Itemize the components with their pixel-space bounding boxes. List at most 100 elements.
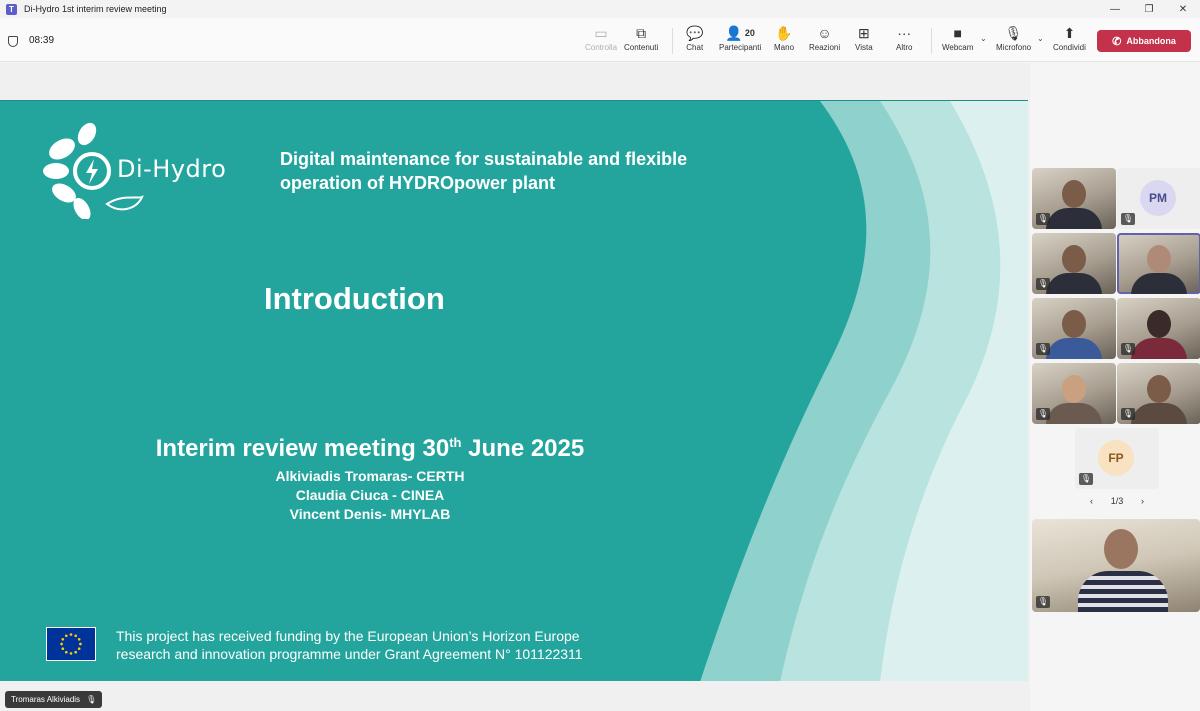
- close-button[interactable]: ✕: [1166, 0, 1200, 18]
- chevron-left-icon[interactable]: ‹: [1090, 496, 1093, 506]
- participant-video: [1131, 273, 1187, 294]
- funding-statement: This project has received funding by the…: [116, 627, 656, 663]
- restore-button[interactable]: ❐: [1132, 0, 1166, 18]
- people-icon: 👤: [725, 25, 743, 41]
- participant-tile[interactable]: 🎙: [1032, 168, 1116, 229]
- more-button[interactable]: ··· Altro: [896, 24, 912, 60]
- participant-tile[interactable]: 🎙: [1032, 298, 1116, 359]
- more-icon: ···: [897, 25, 912, 41]
- leave-label: Abbandona: [1126, 36, 1176, 46]
- meeting-title-sup: th: [449, 435, 462, 450]
- tagline-line: Digital maintenance for sustainable and …: [280, 149, 688, 169]
- eu-flag-icon: [46, 627, 96, 661]
- author-line: Alkiviadis Tromaras- CERTH: [275, 468, 465, 484]
- meeting-title-suffix: June 2025: [461, 435, 585, 462]
- participant-tile[interactable]: FP 🎙: [1075, 428, 1159, 489]
- participant-tile[interactable]: PM 🎙: [1117, 168, 1200, 229]
- microphone-button[interactable]: 🎙 Microfono: [996, 24, 1031, 60]
- content-label: Contenuti: [624, 43, 659, 52]
- meeting-title-prefix: Interim review meeting 30: [155, 435, 450, 462]
- window-titlebar: T Di-Hydro 1st interim review meeting — …: [0, 0, 1200, 18]
- reactions-button[interactable]: ☺ Reazioni: [809, 24, 840, 60]
- participant-tile[interactable]: 🎙: [1032, 363, 1116, 424]
- chevron-right-icon[interactable]: ›: [1141, 496, 1144, 506]
- avatar: FP: [1098, 440, 1134, 476]
- participant-video: [1147, 310, 1171, 338]
- toolbar-divider: [931, 28, 932, 54]
- mic-off-icon: 🎙: [1036, 408, 1050, 420]
- raise-hand-label: Mano: [774, 43, 795, 52]
- teams-app-icon: T: [6, 3, 17, 15]
- self-view-tile[interactable]: 🎙: [1032, 519, 1200, 612]
- meeting-timer: 08:39: [29, 35, 55, 46]
- participants-button[interactable]: 👤 20 Partecipanti: [719, 24, 761, 60]
- mic-off-icon: 🎙: [1121, 408, 1135, 420]
- author-line: Vincent Denis- MHYLAB: [289, 506, 451, 522]
- participant-video: [1062, 375, 1086, 403]
- participant-tile-speaking[interactable]: [1117, 233, 1200, 294]
- logo-text: Di-Hydro: [117, 155, 227, 183]
- gallery-page-indicator: 1/3: [1110, 496, 1124, 506]
- toolbar-divider: [672, 28, 673, 54]
- slide-heading: Introduction: [264, 281, 445, 316]
- raise-hand-icon: ✋: [775, 25, 793, 41]
- participant-video: [1046, 273, 1102, 294]
- presentation-slide: Di-Hydro Digital maintenance for sustain…: [0, 100, 1028, 681]
- participant-video: [1046, 208, 1102, 229]
- meeting-toolbar: 08:39 ▭ Controlla ⧉ Contenuti 💬 Chat 👤 2…: [0, 18, 1200, 62]
- participant-video: [1062, 310, 1086, 338]
- view-button[interactable]: ⊞ Vista: [855, 24, 873, 60]
- microphone-label: Microfono: [996, 43, 1032, 52]
- raise-hand-button[interactable]: ✋ Mano: [774, 24, 794, 60]
- reactions-icon: ☺: [817, 25, 832, 41]
- participant-video: [1131, 403, 1187, 424]
- mic-off-icon: 🎙: [1036, 278, 1050, 290]
- meeting-title: Interim review meeting 30th June 2025: [120, 435, 620, 463]
- window-controls: — ❐ ✕: [1098, 0, 1200, 18]
- avatar: PM: [1140, 180, 1176, 216]
- control-button[interactable]: ▭ Controlla: [585, 24, 617, 60]
- participant-video: [1062, 180, 1086, 208]
- shield-icon: [8, 36, 18, 47]
- participant-video: [1046, 338, 1102, 359]
- share-icon: ⬆: [1063, 25, 1076, 41]
- control-label: Controlla: [585, 43, 618, 52]
- participant-video: [1147, 375, 1171, 403]
- phone-hangup-icon: ✆: [1112, 35, 1122, 48]
- content-button[interactable]: ⧉ Contenuti: [624, 24, 658, 60]
- webcam-button[interactable]: ■ Webcam: [942, 24, 973, 60]
- participant-tile[interactable]: 🎙: [1117, 298, 1200, 359]
- participants-label: Partecipanti: [719, 43, 762, 52]
- reactions-label: Reazioni: [809, 43, 841, 52]
- participant-tile[interactable]: 🎙: [1032, 233, 1116, 294]
- mic-off-icon: 🎙: [1004, 25, 1023, 41]
- camera-icon: ■: [953, 25, 962, 41]
- funding-line: This project has received funding by the…: [116, 628, 580, 644]
- minimize-button[interactable]: —: [1098, 0, 1132, 18]
- participant-tile[interactable]: 🎙: [1117, 363, 1200, 424]
- participant-video: [1147, 245, 1171, 273]
- chevron-down-icon[interactable]: ⌄: [1037, 34, 1044, 43]
- author-list: Alkiviadis Tromaras- CERTH Claudia Ciuca…: [120, 467, 620, 524]
- gallery-pager: ‹ 1/3 ›: [1090, 496, 1144, 506]
- participant-video: [1062, 245, 1086, 273]
- chat-icon: 💬: [686, 25, 704, 41]
- chevron-down-icon[interactable]: ⌄: [980, 34, 987, 43]
- leave-button[interactable]: ✆ Abbandona: [1097, 30, 1191, 52]
- share-label: Condividi: [1053, 43, 1086, 52]
- share-button[interactable]: ⬆ Condividi: [1053, 24, 1086, 60]
- presenter-name-tag: Tromaras Alkiviadis 🎙: [5, 691, 103, 708]
- mic-off-icon: 🎙: [1079, 473, 1093, 485]
- mic-off-icon: 🎙: [1036, 596, 1050, 608]
- window-title: Di-Hydro 1st interim review meeting: [24, 4, 167, 14]
- mic-off-icon: 🎙: [1036, 343, 1050, 355]
- view-label: Vista: [855, 43, 873, 52]
- mic-off-icon: 🎙: [86, 695, 97, 704]
- view-icon: ⊞: [857, 25, 870, 41]
- people-icon-wrap: 👤 20: [725, 24, 754, 42]
- mic-off-icon: 🎙: [1121, 343, 1135, 355]
- mic-off-icon: 🎙: [1036, 213, 1050, 225]
- slide-tagline: Digital maintenance for sustainable and …: [280, 147, 750, 195]
- share-content-icon: ⧉: [636, 25, 647, 41]
- chat-button[interactable]: 💬 Chat: [686, 24, 703, 60]
